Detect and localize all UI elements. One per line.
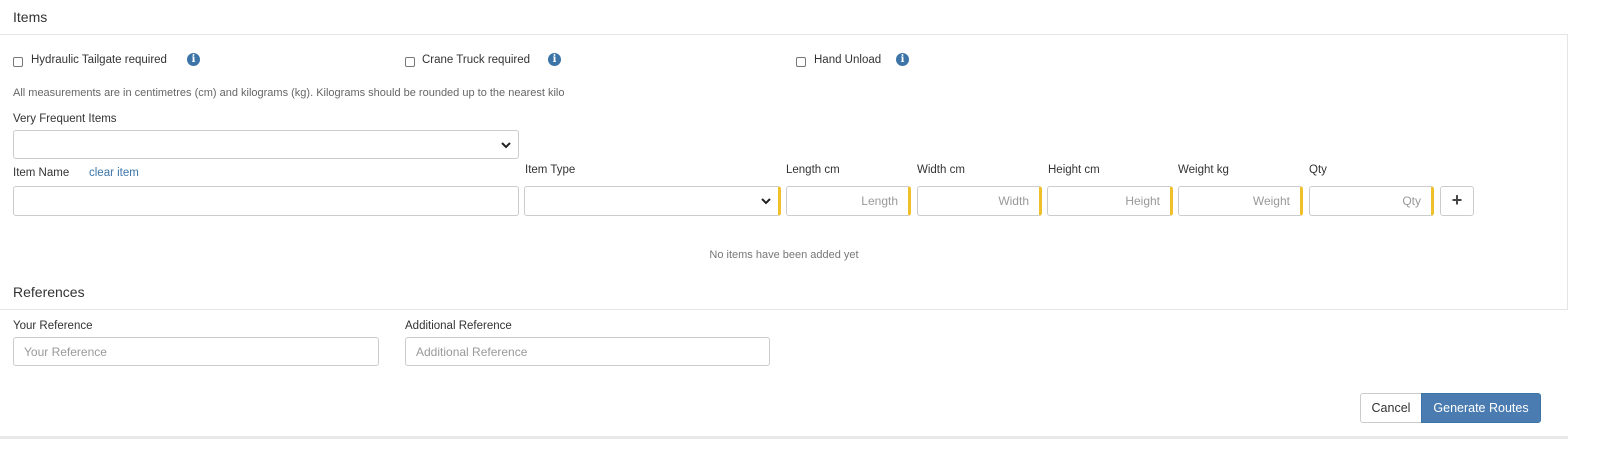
plus-icon: +	[1451, 190, 1463, 210]
width-input[interactable]	[917, 186, 1042, 216]
generate-routes-button[interactable]: Generate Routes	[1421, 393, 1541, 423]
info-circle-icon[interactable]: i	[896, 53, 909, 66]
qty-input[interactable]	[1309, 186, 1434, 216]
hand-unload-checkbox[interactable]	[796, 57, 806, 67]
item-type-label: Item Type	[525, 164, 576, 176]
qty-label: Qty	[1309, 164, 1327, 176]
frequent-items-label: Very Frequent Items	[13, 113, 117, 125]
items-divider	[0, 34, 1568, 35]
items-section-title: Items	[13, 9, 48, 25]
your-reference-label: Your Reference	[13, 320, 93, 332]
info-circle-icon[interactable]: i	[187, 53, 200, 66]
hydraulic-tailgate-checkbox[interactable]	[13, 57, 23, 67]
chevron-down-icon	[501, 141, 511, 148]
additional-reference-input[interactable]	[405, 337, 770, 366]
item-name-label: Item Name	[13, 167, 70, 179]
hand-unload-label: Hand Unload	[814, 54, 882, 66]
references-section-title: References	[13, 284, 85, 300]
clear-item-link[interactable]: clear item	[89, 167, 139, 179]
add-item-button[interactable]: +	[1440, 186, 1474, 216]
crane-truck-label: Crane Truck required	[422, 54, 531, 66]
your-reference-input[interactable]	[13, 337, 379, 366]
additional-reference-label: Additional Reference	[405, 320, 512, 332]
crane-truck-checkbox[interactable]	[405, 57, 415, 67]
item-type-select[interactable]	[524, 186, 781, 216]
item-name-input[interactable]	[13, 186, 519, 216]
length-label: Length cm	[786, 164, 840, 176]
info-circle-icon[interactable]: i	[548, 53, 561, 66]
panel-bottom-border	[0, 436, 1568, 439]
cancel-button[interactable]: Cancel	[1360, 393, 1422, 423]
width-label: Width cm	[917, 164, 965, 176]
references-divider	[0, 309, 1568, 310]
measurement-note: All measurements are in centimetres (cm)…	[13, 87, 565, 99]
frequent-items-select[interactable]	[13, 130, 519, 159]
height-input[interactable]	[1047, 186, 1173, 216]
chevron-down-icon	[761, 198, 771, 205]
weight-input[interactable]	[1178, 186, 1303, 216]
weight-label: Weight kg	[1178, 164, 1229, 176]
no-items-message: No items have been added yet	[709, 249, 859, 261]
panel-right-border	[1567, 34, 1568, 310]
length-input[interactable]	[786, 186, 911, 216]
hydraulic-tailgate-label: Hydraulic Tailgate required	[31, 54, 167, 66]
height-label: Height cm	[1048, 164, 1100, 176]
